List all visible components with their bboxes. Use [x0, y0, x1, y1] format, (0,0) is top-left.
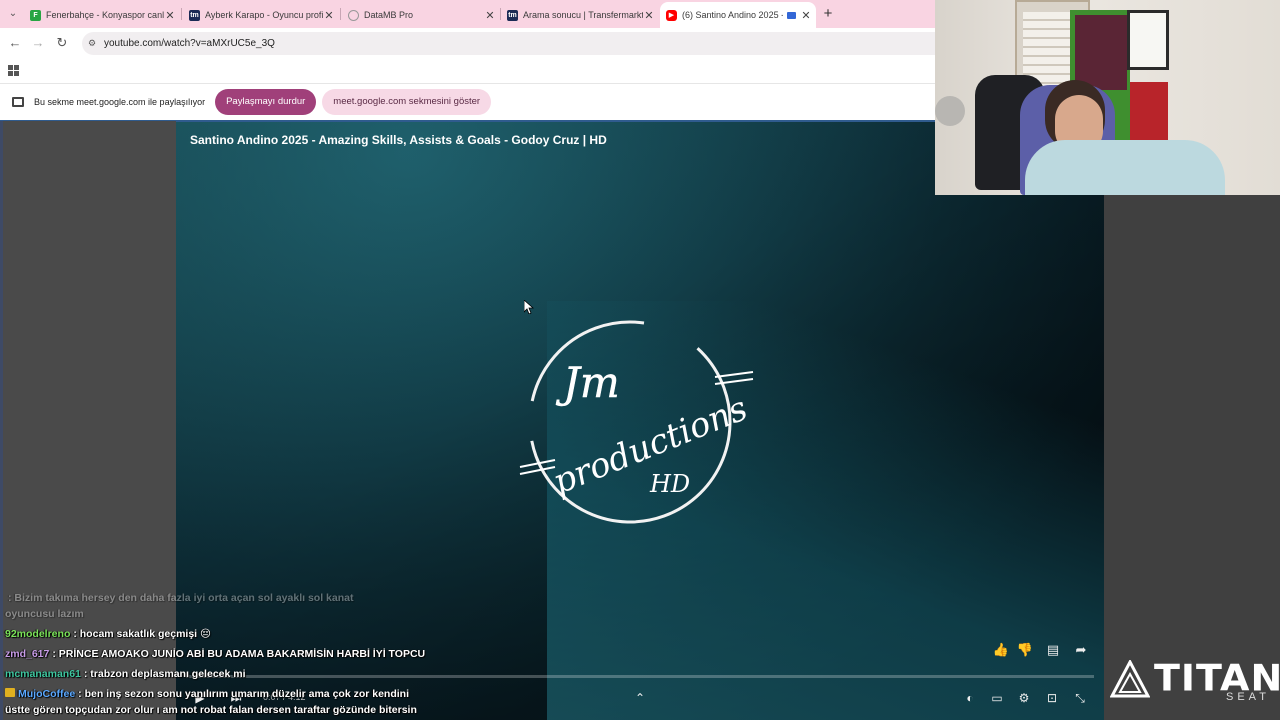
close-icon[interactable]: ✕: [800, 9, 812, 22]
close-icon[interactable]: ✕: [323, 9, 335, 22]
tab-title: DataMB Pro: [364, 10, 414, 20]
brand-sub: SEAT: [1226, 691, 1270, 703]
sharing-message: Bu sekme meet.google.com ile paylaşılıyo…: [34, 97, 206, 107]
new-tab-button[interactable]: +: [819, 5, 837, 23]
globe-icon: [348, 9, 359, 21]
chat-message: mcmanaman61: trabzon deplasmanı gelecek …: [5, 668, 246, 680]
favicon-icon: tm: [189, 9, 200, 21]
tab-separator: [181, 8, 182, 20]
tab-separator: [500, 8, 501, 20]
chat-message: MujoCoffee: ben inş sezon sonu yanılırım…: [5, 688, 409, 700]
youtube-icon: ▶: [666, 9, 677, 21]
chat-text: : ben inş sezon sonu yanılırım umarım dü…: [78, 688, 409, 700]
chat-message: : Bizim takıma hersey den daha fazla iyi…: [5, 592, 353, 604]
logo-hd-text: HD: [649, 470, 690, 498]
comments-icon[interactable]: ▤: [1043, 640, 1063, 660]
reload-icon[interactable]: ↻: [53, 34, 71, 52]
url-text: youtube.com/watch?v=aMXrUC5e_3Q: [104, 38, 275, 49]
sharing-indicator-icon: [787, 11, 796, 19]
chat-username: mcmanaman61: [5, 668, 81, 680]
chat-text: : Bizim takıma hersey den daha fazla iyi…: [8, 592, 354, 604]
exit-fullscreen-icon[interactable]: ⤡: [1070, 688, 1090, 708]
forward-icon[interactable]: →: [29, 34, 47, 52]
back-icon[interactable]: ←: [6, 34, 24, 52]
tab-title: Ayberk Karapo - Oyuncu profili: [205, 10, 323, 20]
progress-bar[interactable]: [186, 675, 1094, 678]
close-icon[interactable]: ✕: [484, 9, 496, 22]
tab-transfermarkt[interactable]: tm Arama sonucu | Transfermarkt ✕: [507, 4, 655, 26]
tab-strip: ⌄ F Fenerbahçe - Konyaspor canlı m ✕ tm …: [0, 0, 935, 28]
chat-username: zmd_617: [5, 648, 50, 660]
tab-datamb[interactable]: DataMB Pro ✕: [348, 4, 496, 26]
tab-title: Arama sonucu | Transfermarkt: [523, 10, 643, 20]
titan-seat-logo: TITAN SEAT: [1110, 658, 1280, 706]
site-info-icon[interactable]: ⚙: [88, 32, 96, 55]
favicon-icon: tm: [507, 9, 518, 21]
apps-grid-icon[interactable]: [8, 65, 19, 76]
tab-search-chevron-icon[interactable]: ⌄: [4, 5, 22, 23]
jm-productions-logo: Jm productions HD: [519, 320, 754, 524]
screen-share-icon: [12, 97, 24, 107]
stop-sharing-button[interactable]: Paylaşmayı durdur: [215, 89, 317, 115]
close-icon[interactable]: ✕: [643, 9, 655, 22]
tab-title: Fenerbahçe - Konyaspor canlı m: [46, 10, 164, 20]
settings-icon[interactable]: ⚙: [1014, 688, 1034, 708]
cast-icon[interactable]: ⊡: [1042, 688, 1062, 708]
chat-message: oyuncusu lazım: [5, 608, 84, 620]
chat-text: : trabzon deplasmanı gelecek mi: [83, 668, 246, 680]
logo-jm-text: Jm: [555, 358, 620, 407]
tab-youtube-active[interactable]: ▶ (6) Santino Andino 2025 - A ✕: [660, 2, 816, 28]
right-margin: [1104, 195, 1280, 720]
mouse-cursor-icon: [524, 300, 534, 314]
show-meet-tab-button[interactable]: meet.google.com sekmesini göster: [322, 89, 492, 115]
toolbar: ← → ↻ ⚙ youtube.com/watch?v=aMXrUC5e_3Q: [0, 28, 935, 58]
chat-message: üstte gören topçudan zor olur ı am not r…: [5, 704, 417, 716]
chat-text: oyuncusu lazım: [5, 608, 84, 620]
subtitles-icon[interactable]: ▭: [987, 688, 1007, 708]
chat-message: zmd_617: PRİNCE AMOAKO JUNİO ABİ BU ADAM…: [5, 648, 425, 660]
address-bar[interactable]: ⚙ youtube.com/watch?v=aMXrUC5e_3Q: [82, 32, 935, 55]
chat-text: : hocam sakatlık geçmişi 😔: [73, 628, 211, 640]
video-title: Santino Andino 2025 - Amazing Skills, As…: [190, 133, 607, 147]
chat-username: 92modelreno: [5, 628, 71, 640]
chat-username: MujoCoffee: [18, 688, 76, 700]
sharing-infobar: Bu sekme meet.google.com ile paylaşılıyo…: [0, 84, 935, 120]
titan-emblem-icon: [1110, 660, 1150, 698]
dislike-icon[interactable]: 👎: [1015, 640, 1035, 660]
chat-text: üstte gören topçudan zor olur ı am not r…: [5, 704, 417, 716]
close-icon[interactable]: ✕: [164, 9, 176, 22]
chevron-up-icon[interactable]: ⌃: [630, 688, 650, 708]
like-icon[interactable]: 👍: [991, 640, 1011, 660]
tab-title: (6) Santino Andino 2025 - A: [682, 10, 783, 20]
chat-text: : PRİNCE AMOAKO JUNİO ABİ BU ADAMA BAKAR…: [52, 648, 426, 660]
autoplay-toggle[interactable]: ◐: [960, 688, 980, 708]
share-icon[interactable]: ➦: [1071, 640, 1091, 660]
bookmarks-bar: [0, 58, 935, 84]
badge-icon: [5, 688, 15, 697]
favicon-icon: F: [30, 9, 41, 21]
tab-fenerbahce[interactable]: F Fenerbahçe - Konyaspor canlı m ✕: [30, 4, 176, 26]
tab-separator: [340, 8, 341, 20]
tab-ayberk[interactable]: tm Ayberk Karapo - Oyuncu profili ✕: [189, 4, 335, 26]
webcam-overlay: [935, 0, 1280, 195]
chat-message: 92modelreno: hocam sakatlık geçmişi 😔: [5, 628, 211, 640]
